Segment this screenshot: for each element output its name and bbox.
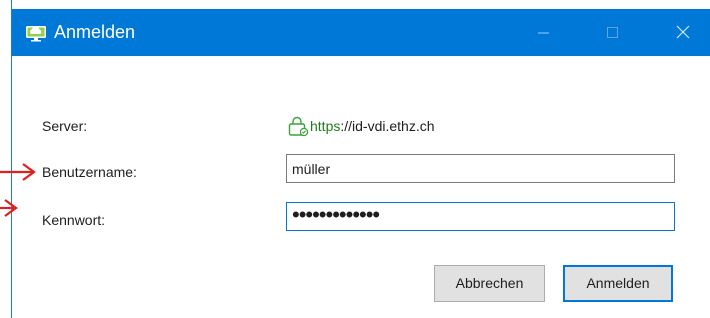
- server-host: ://id-vdi.ethz.ch: [340, 118, 435, 134]
- password-field[interactable]: [286, 202, 675, 231]
- minimize-button[interactable]: [520, 9, 566, 56]
- minimize-icon: [538, 32, 549, 34]
- password-label: Kennwort:: [42, 212, 106, 228]
- username-label: Benutzername:: [42, 164, 137, 180]
- maximize-button[interactable]: [589, 9, 635, 56]
- server-label: Server:: [42, 118, 88, 134]
- login-dialog: Anmelden Server: https://id-vdi.ethz.ch …: [11, 0, 710, 318]
- maximize-icon: [607, 27, 618, 38]
- lock-icon: [288, 116, 309, 137]
- arrow-password-annotation: [0, 199, 18, 217]
- window-title: Anmelden: [54, 22, 136, 42]
- close-icon: [676, 25, 690, 39]
- server-url: https://id-vdi.ethz.ch: [310, 117, 435, 135]
- arrow-username-annotation: [0, 163, 36, 181]
- username-field[interactable]: [286, 154, 675, 183]
- cancel-button[interactable]: Abbrechen: [434, 265, 545, 302]
- title-bar[interactable]: Anmelden: [12, 9, 710, 56]
- login-button[interactable]: Anmelden: [563, 265, 673, 302]
- server-protocol: https: [310, 118, 341, 134]
- close-button[interactable]: [658, 9, 710, 56]
- cloud-monitor-icon: [26, 26, 46, 42]
